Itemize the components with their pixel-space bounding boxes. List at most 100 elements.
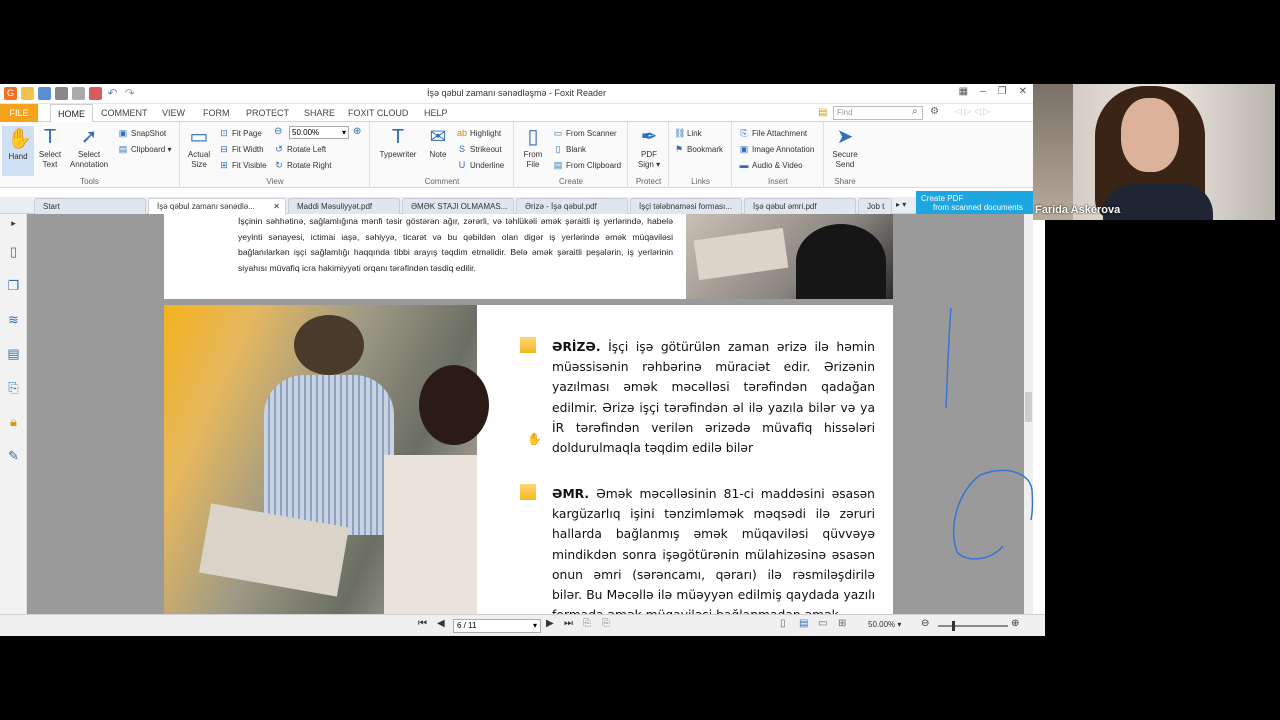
- rotate-left-button[interactable]: ↺ Rotate Left: [274, 143, 326, 155]
- attachment-icon[interactable]: ⎘: [6, 380, 21, 395]
- zoom-slider-handle[interactable]: [952, 621, 955, 631]
- first-page-icon[interactable]: ⏮: [418, 618, 427, 629]
- lock-icon[interactable]: 🔒︎: [6, 414, 21, 429]
- previous-page-icon[interactable]: ◀: [437, 618, 445, 629]
- menu-view[interactable]: VIEW: [155, 104, 192, 122]
- fit-width-icon: ⊟: [220, 144, 228, 154]
- facing-icon[interactable]: ▭: [818, 618, 827, 629]
- typewriter-button[interactable]: T Typewriter: [377, 126, 419, 160]
- next-view-icon[interactable]: ⎘: [602, 618, 610, 629]
- hand-icon: ✋: [7, 128, 32, 150]
- zoom-level[interactable]: 50.00% ▾: [868, 620, 901, 629]
- protect-group: ✒ PDF Sign ▾ Protect: [629, 122, 669, 188]
- clipboard-icon: ▤: [118, 144, 128, 154]
- page-thumbnail-icon[interactable]: ▯: [6, 244, 21, 259]
- menu-protect[interactable]: PROTECT: [239, 104, 296, 122]
- select-annotation-button[interactable]: ➚ Select Annotation: [66, 126, 112, 170]
- select-text-button[interactable]: T Select Text: [36, 126, 64, 170]
- from-scanner-button[interactable]: ▭ From Scanner: [553, 127, 617, 139]
- snapshot-button[interactable]: ▣ SnapShot: [118, 127, 166, 139]
- single-page-icon[interactable]: ▯: [780, 618, 786, 629]
- document-view[interactable]: İşçinin səhhətinə, sağlamlığına mənfi tə…: [27, 214, 1024, 614]
- bookmark-icon: ⚑: [674, 144, 684, 154]
- menu-file[interactable]: FILE: [0, 104, 38, 122]
- pages-icon[interactable]: ❐: [6, 278, 21, 293]
- note-button[interactable]: ✉ Note: [423, 126, 453, 160]
- from-file-button[interactable]: ▯ From File: [519, 126, 547, 170]
- highlight-button[interactable]: ab Highlight: [457, 127, 501, 139]
- create-pdf-banner[interactable]: Create PDF from scanned documents: [916, 191, 1033, 214]
- audio-video-button[interactable]: ▬ Audio & Video: [739, 159, 803, 171]
- send-icon: ➤: [836, 126, 854, 148]
- tab-erize[interactable]: Ərizə - İşə qəbul.pdf: [516, 198, 628, 214]
- tab-ise-qebul-emri[interactable]: İşə qəbul əmri.pdf: [744, 198, 856, 214]
- tab-active-document[interactable]: İşə qəbul zamanı sənədlə... ✕: [148, 198, 286, 214]
- clipboard-icon: ▤: [553, 160, 563, 170]
- next-page-icon[interactable]: ▶: [546, 618, 554, 629]
- tab-start[interactable]: Start: [34, 198, 146, 214]
- image-annotation-button[interactable]: ▣ Image Annotation: [739, 143, 815, 155]
- menu-home[interactable]: HOME: [50, 104, 93, 122]
- page-number-input[interactable]: 6 / 11 ▾: [453, 619, 541, 633]
- team-photo: [164, 305, 489, 614]
- camera-icon: ▣: [118, 128, 128, 138]
- tab-emek-staji[interactable]: ƏMƏK STAJI OLMAMAS...: [402, 198, 514, 214]
- secure-send-button[interactable]: ➤ Secure Send: [829, 126, 861, 170]
- cover-icon[interactable]: ⊞: [838, 618, 846, 629]
- text-cursor-icon: T: [43, 126, 57, 148]
- layers-icon[interactable]: ≋: [6, 312, 21, 327]
- zoom-slider[interactable]: [938, 621, 1008, 631]
- close-button[interactable]: ✕: [1019, 86, 1027, 97]
- signature-icon[interactable]: ✎: [6, 448, 21, 463]
- actual-size-button[interactable]: ▭ Actual Size: [185, 126, 213, 170]
- pdf-sign-button[interactable]: ✒ PDF Sign ▾: [633, 126, 665, 170]
- layout-icon[interactable]: ▦: [959, 86, 968, 97]
- clipboard-button[interactable]: ▤ Clipboard ▾: [118, 143, 172, 155]
- tab-isci-telebnamesi[interactable]: İşçi tələbnaməsi forması...: [630, 198, 742, 214]
- menu-comment[interactable]: COMMENT: [94, 104, 155, 122]
- link-icon: ⛓: [674, 128, 686, 138]
- hand-button[interactable]: ✋ Hand: [2, 126, 34, 176]
- file-attachment-button[interactable]: ⎘ File Attachment: [739, 127, 807, 139]
- zoom-in-icon[interactable]: ⊕: [1011, 618, 1019, 629]
- fit-page-button[interactable]: ⊡ Fit Page: [219, 127, 262, 139]
- menu-form[interactable]: FORM: [196, 104, 237, 122]
- blank-button[interactable]: ▯ Blank: [553, 143, 587, 155]
- zoom-in-icon[interactable]: ⊕: [353, 126, 361, 137]
- chevron-down-icon: ▾: [532, 621, 537, 630]
- rotate-right-button[interactable]: ↻ Rotate Right: [274, 159, 331, 171]
- zoom-out-icon[interactable]: ⊖: [274, 126, 282, 137]
- last-page-icon[interactable]: ⏭: [564, 618, 573, 629]
- tab-scroll-icon[interactable]: ▸ ▾: [896, 200, 906, 209]
- menu-foxit-cloud[interactable]: FOXIT CLOUD: [341, 104, 415, 122]
- comments-icon[interactable]: ▤: [6, 346, 21, 361]
- strikeout-icon: S: [458, 144, 465, 154]
- strikeout-button[interactable]: S Strikeout: [457, 143, 502, 155]
- tab-job[interactable]: Job t: [858, 198, 892, 214]
- underline-button[interactable]: U Underline: [457, 159, 505, 171]
- view-group: ▭ Actual Size ⊡ Fit Page ⊟ Fit Width ⊞ Fit V…: [181, 122, 370, 188]
- document-tabs: Start İşə qəbul zamanı sənədlə... ✕ Maddi…: [0, 197, 1033, 214]
- menu-share[interactable]: SHARE: [297, 104, 342, 122]
- link-button[interactable]: ⛓ Link: [674, 127, 702, 139]
- nav-arrows-icon[interactable]: ◁ ▷ ◁ ▷: [955, 106, 990, 117]
- bookmark-button[interactable]: ⚑ Bookmark: [674, 143, 723, 155]
- fit-width-button[interactable]: ⊟ Fit Width: [219, 143, 263, 155]
- expand-panel-icon[interactable]: ▸: [6, 216, 21, 231]
- restore-button[interactable]: ❐: [998, 86, 1007, 97]
- zoom-out-icon[interactable]: ⊖: [921, 618, 929, 629]
- zoom-select[interactable]: 50.00% ▾: [289, 126, 349, 139]
- search-icon[interactable]: ⌕: [912, 106, 918, 117]
- previous-view-icon[interactable]: ⎘: [583, 618, 591, 629]
- minimize-button[interactable]: –: [980, 86, 986, 97]
- folder-search-icon[interactable]: ▤: [818, 107, 827, 118]
- from-clipboard-button[interactable]: ▤ From Clipboard: [553, 159, 621, 171]
- fit-visible-button[interactable]: ⊞ Fit Visible: [219, 159, 266, 171]
- find-input[interactable]: Find: [833, 106, 923, 120]
- menu-help[interactable]: HELP: [417, 104, 455, 122]
- continuous-icon[interactable]: ▤: [799, 618, 808, 629]
- gear-icon[interactable]: ⚙: [930, 106, 939, 117]
- menu-bar: FILE HOME COMMENT VIEW FORM PROTECT SHAR…: [0, 104, 1033, 122]
- tab-maddi[interactable]: Maddi Məsuliyyət.pdf: [288, 198, 400, 214]
- close-tab-icon[interactable]: ✕: [273, 199, 280, 214]
